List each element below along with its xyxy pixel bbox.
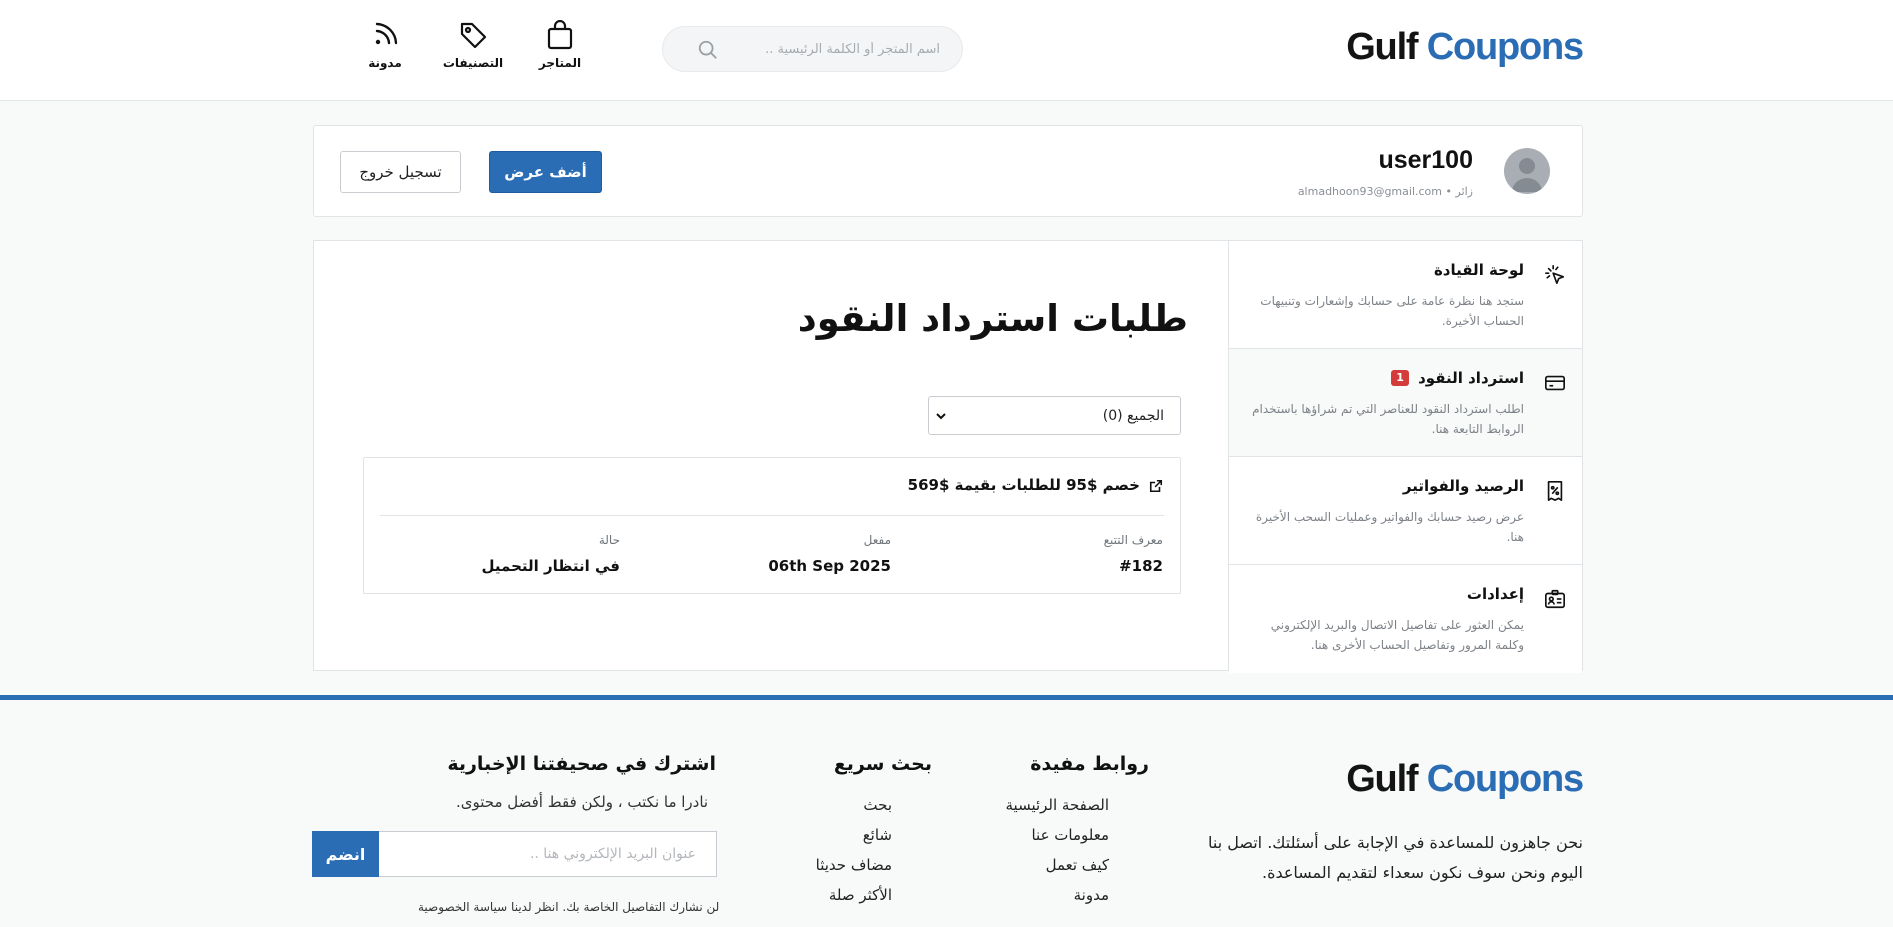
newsletter-description: نادرا ما نكتب ، ولكن فقط أفضل محتوى.: [456, 793, 709, 811]
site-footer: Gulf Coupons نحن جاهزون للمساعدة في الإج…: [0, 695, 1893, 927]
logo-text-coupons: Coupons: [1426, 26, 1584, 68]
notification-badge: 1: [1391, 370, 1409, 386]
sidebar-item-title: إعدادات: [1466, 585, 1524, 603]
status-value: في انتظار التحميل: [481, 557, 621, 575]
activated-label: مفعل: [863, 533, 891, 547]
sidebar-item-dashboard[interactable]: لوحة القيادة ستجد هنا نظرة عامة على حساب…: [1229, 241, 1582, 349]
status-label: حالة: [598, 533, 620, 547]
user-silhouette-icon: [1512, 158, 1542, 192]
sidebar-item-title: لوحة القيادة: [1433, 261, 1524, 279]
logo-text-coupons: Coupons: [1426, 758, 1584, 800]
logout-button[interactable]: تسجيل خروج: [340, 151, 461, 193]
tracking-id-value: #182: [1119, 557, 1163, 575]
main-panel: لوحة القيادة ستجد هنا نظرة عامة على حساب…: [313, 240, 1583, 673]
order-title[interactable]: خصم $95 للطلبات بقيمة $569: [908, 476, 1140, 494]
profile-card: user100 زائر • almadhoon93@gmail.com أضف…: [313, 125, 1583, 217]
status-filter-select[interactable]: الجميع (0): [928, 396, 1181, 435]
footer-about-text: نحن جاهزون للمساعدة في الإجابة على أسئلت…: [1207, 833, 1583, 882]
credit-card-icon: [1545, 375, 1565, 391]
site-header: Gulf Coupons المتاجر التصنيفات مدونة: [0, 0, 1893, 101]
footer-link-popular[interactable]: شائع: [863, 826, 892, 844]
filter-selected-value: الجميع (0): [1102, 408, 1164, 424]
page-title: طلبات استرداد النقود: [797, 297, 1188, 340]
sidebar-item-description: اطلب استرداد النقود للعناصر التي تم شراؤ…: [1252, 402, 1524, 436]
nav-stores-label: المتاجر: [538, 56, 582, 70]
privacy-note: لن نشارك التفاصيل الخاصة بك. انظر لدينا …: [418, 900, 720, 914]
search-icon[interactable]: [697, 39, 719, 61]
user-meta: زائر • almadhoon93@gmail.com: [1298, 185, 1473, 198]
external-link-icon[interactable]: [1149, 479, 1163, 493]
activated-value: 06th Sep 2025: [768, 557, 891, 575]
add-offer-button[interactable]: أضف عرض: [489, 151, 602, 193]
sidebar-item-title: الرصيد والفواتير: [1402, 477, 1524, 495]
newsletter-email-input[interactable]: [378, 831, 717, 877]
footer-link-relevant[interactable]: الأكثر صلة: [829, 886, 892, 904]
join-button[interactable]: انضم: [312, 831, 379, 877]
sidebar-item-cashback[interactable]: استرداد النقود 1 اطلب استرداد النقود للع…: [1229, 349, 1582, 457]
footer-link-recent[interactable]: مضاف حديثا: [816, 856, 892, 874]
sidebar-item-balance[interactable]: الرصيد والفواتير عرض رصيد حسابك والفواتي…: [1229, 457, 1582, 565]
dashboard-cursor-icon: [1545, 265, 1565, 285]
chevron-down-icon: [936, 413, 946, 420]
account-sidebar: لوحة القيادة ستجد هنا نظرة عامة على حساب…: [1228, 241, 1582, 673]
nav-categories[interactable]: التصنيفات: [428, 20, 518, 70]
logo-text-gulf: Gulf: [1346, 758, 1418, 800]
footer-link-search[interactable]: بحث: [863, 796, 892, 814]
sidebar-item-description: ستجد هنا نظرة عامة على حسابك وإشعارات وت…: [1260, 294, 1524, 328]
newsletter-heading: اشترك في صحيفتنا الإخبارية: [447, 753, 716, 775]
sidebar-item-title: استرداد النقود 1: [1391, 369, 1524, 387]
logo-text-gulf: Gulf: [1346, 26, 1418, 68]
search-input[interactable]: [725, 27, 940, 71]
user-email: almadhoon93@gmail.com: [1297, 185, 1442, 198]
order-divider: [380, 515, 1164, 516]
useful-links-heading: روابط مفيدة: [1030, 753, 1149, 775]
user-role: زائر: [1455, 185, 1474, 198]
nav-stores[interactable]: المتاجر: [515, 20, 605, 70]
meta-separator: •: [1442, 185, 1452, 198]
nav-categories-label: التصنيفات: [442, 56, 504, 70]
receipt-percent-icon: [1547, 481, 1563, 501]
rss-icon: [375, 22, 398, 45]
tracking-id-label: معرف التتبع: [1103, 533, 1163, 547]
avatar[interactable]: [1504, 148, 1550, 194]
footer-link-home[interactable]: الصفحة الرئيسية: [1006, 796, 1110, 814]
sidebar-item-description: عرض رصيد حسابك والفواتير وعمليات السحب ا…: [1255, 510, 1524, 544]
quick-search-heading: بحث سريع: [833, 753, 932, 775]
shopping-bag-icon: [547, 20, 573, 50]
nav-blog[interactable]: مدونة: [340, 20, 430, 70]
sidebar-item-title-text: استرداد النقود: [1418, 369, 1524, 387]
sidebar-item-description: يمكن العثور على تفاصيل الاتصال والبريد ا…: [1270, 618, 1524, 652]
site-logo[interactable]: Gulf Coupons: [1346, 26, 1584, 69]
id-card-icon: [1545, 589, 1565, 609]
footer-link-blog[interactable]: مدونة: [1074, 886, 1109, 904]
cashback-order-card: خصم $95 للطلبات بقيمة $569 معرف التتبع #…: [363, 457, 1181, 594]
search-box: [662, 26, 963, 72]
sidebar-item-settings[interactable]: إعدادات يمكن العثور على تفاصيل الاتصال و…: [1229, 565, 1582, 673]
footer-link-how-it-works[interactable]: كيف تعمل: [1046, 856, 1109, 874]
username: user100: [1378, 146, 1473, 174]
nav-blog-label: مدونة: [368, 56, 402, 70]
footer-logo[interactable]: Gulf Coupons: [1346, 758, 1584, 801]
tag-icon: [460, 22, 487, 49]
footer-link-about[interactable]: معلومات عنا: [1031, 826, 1109, 844]
